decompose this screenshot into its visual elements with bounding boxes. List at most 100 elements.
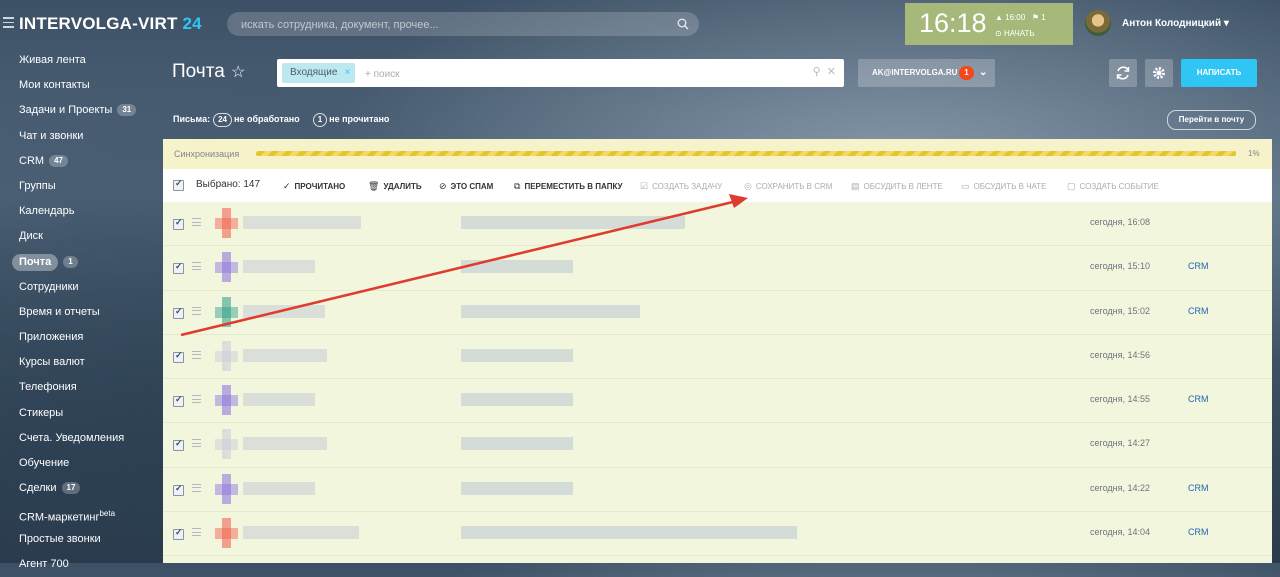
sender-redacted	[243, 260, 315, 274]
start-day-button[interactable]: НАЧАТЬ	[1004, 29, 1035, 38]
drag-handle-icon[interactable]	[192, 350, 201, 362]
toolbar-action[interactable]: ▢ создать событие	[1067, 181, 1159, 192]
avatar	[1085, 10, 1111, 36]
sidebar-item[interactable]: Время и отчеты	[0, 300, 163, 325]
sidebar-item[interactable]: Диск	[0, 224, 163, 249]
star-icon[interactable]: ☆	[231, 62, 245, 82]
row-checkbox[interactable]	[173, 394, 184, 408]
toolbar-action[interactable]: ▭ обсудить в чате	[961, 181, 1046, 192]
sidebar-item[interactable]: Счета. Уведомления	[0, 426, 163, 451]
filter-search-input[interactable]	[363, 63, 767, 85]
crm-link[interactable]: CRM	[1188, 394, 1209, 404]
sidebar-item[interactable]: Курсы валют	[0, 350, 163, 375]
user-menu[interactable]: Антон Колодницкий ▾	[1085, 10, 1275, 38]
close-icon[interactable]: ×	[345, 63, 351, 83]
table-row[interactable]: сегодня, 15:10 CRM	[163, 246, 1272, 291]
filter-chip-inbox[interactable]: Входящие ×	[282, 63, 356, 83]
table-row[interactable]: сегодня, 14:22 CRM	[163, 468, 1272, 513]
sender-redacted	[243, 526, 359, 540]
sidebar-item[interactable]: Простые звонки	[0, 527, 163, 552]
toolbar-action[interactable]: ☑ создать задачу	[640, 181, 722, 192]
row-checkbox[interactable]	[173, 261, 184, 275]
search-icon[interactable]	[677, 18, 689, 30]
drag-handle-icon[interactable]	[192, 483, 201, 495]
compose-button[interactable]: НАПИСАТЬ	[1181, 59, 1257, 87]
unprocessed-label[interactable]: не обработано	[234, 114, 300, 124]
row-checkbox[interactable]	[173, 350, 184, 363]
crm-link[interactable]: CRM	[1188, 483, 1209, 493]
filter-chip-label: Входящие	[290, 67, 338, 78]
table-row[interactable]: сегодня, 14:56	[163, 335, 1272, 380]
work-day-widget[interactable]: 16:18 ▲ 16:00 ⚑ 1 ⊙ НАЧАТЬ	[905, 3, 1073, 45]
chevron-down-icon: ▾	[1223, 18, 1229, 29]
row-checkbox[interactable]	[173, 217, 184, 230]
stats-prefix: Письма:	[173, 114, 211, 124]
sidebar-item[interactable]: Приложения	[0, 325, 163, 350]
drag-handle-icon[interactable]	[192, 306, 201, 318]
top-bar: INTERVOLGA-VIRT24 16:18 ▲ 16:00 ⚑ 1 ⊙ НА…	[0, 0, 1280, 48]
crm-link[interactable]: CRM	[1188, 306, 1209, 316]
toolbar-action[interactable]: ⊘ это спам	[439, 181, 493, 192]
sidebar-item[interactable]: Живая лента	[0, 48, 163, 73]
sidebar-item[interactable]: Стикеры	[0, 401, 163, 426]
drag-handle-icon[interactable]	[192, 262, 201, 273]
toolbar-action[interactable]: ✓ прочитано	[283, 181, 345, 192]
row-checkbox[interactable]	[173, 306, 184, 319]
logo[interactable]: INTERVOLGA-VIRT 24	[19, 14, 202, 34]
sidebar-item-label: CRM	[19, 154, 45, 167]
sidebar-item[interactable]: Группы	[0, 174, 163, 199]
menu-icon[interactable]	[3, 17, 14, 28]
sidebar-item[interactable]: CRM-маркетингbeta	[0, 501, 163, 526]
row-checkbox[interactable]	[173, 527, 184, 541]
search-icon[interactable]: ⚲	[813, 66, 821, 78]
row-date: сегодня, 14:56	[1090, 349, 1151, 360]
action-label: создать задачу	[652, 182, 723, 191]
clear-icon[interactable]: ✕	[827, 66, 836, 78]
sidebar-item-count: 1	[63, 255, 78, 268]
sidebar-item[interactable]: Агент 700	[0, 552, 163, 577]
settings-button[interactable]	[1145, 59, 1173, 87]
sidebar-item[interactable]: Обучение	[0, 451, 163, 476]
table-row[interactable]: сегодня, 14:27	[163, 423, 1272, 468]
sidebar-item[interactable]: CRM 47	[0, 149, 163, 174]
crm-link[interactable]: CRM	[1188, 261, 1209, 271]
sidebar-item-label: CRM-маркетинг	[19, 512, 100, 525]
mailbox-selector[interactable]: AK@INTERVOLGA.RU 1 ⌄	[858, 59, 995, 87]
drag-handle-icon[interactable]	[192, 528, 201, 539]
sidebar-item-label: Курсы валют	[19, 356, 85, 369]
selected-count: Выбрано: 147	[196, 179, 261, 190]
sidebar-item[interactable]: Сделки 17	[0, 476, 163, 501]
sidebar: Живая лента Мои контакты Задачи и Проекты 3…	[0, 48, 163, 577]
drag-handle-icon[interactable]	[192, 395, 201, 406]
drag-handle-icon[interactable]	[192, 439, 201, 450]
sidebar-item[interactable]: Сотрудники	[0, 275, 163, 300]
go-to-mail-button[interactable]: Перейти в почту	[1167, 110, 1256, 130]
drag-handle-icon[interactable]	[192, 218, 201, 229]
unread-label[interactable]: не прочитано	[329, 114, 389, 124]
row-checkbox[interactable]	[173, 483, 184, 496]
toolbar-action[interactable]: ◎ сохранить в crm	[744, 181, 832, 192]
table-row[interactable]: сегодня, 16:08	[163, 202, 1272, 247]
table-row[interactable]: сегодня, 15:02 CRM	[163, 291, 1272, 335]
sidebar-item[interactable]: Телефония	[0, 375, 163, 400]
crm-link[interactable]: CRM	[1188, 527, 1209, 537]
sidebar-item[interactable]: Почта 1	[0, 250, 163, 275]
sidebar-item-label: Обучение	[19, 457, 70, 469]
sidebar-item-label: Задачи и Проекты	[19, 104, 113, 117]
sidebar-item[interactable]: Задачи и Проекты 31	[0, 98, 163, 123]
global-search	[227, 12, 699, 38]
sidebar-item[interactable]: Чат и звонки	[0, 124, 163, 149]
toolbar-action[interactable]: ⧉ переместить в папку	[514, 181, 623, 192]
toolbar-action[interactable]: ▤ обсудить в ленте	[851, 181, 943, 192]
toolbar-action[interactable]: 🗑 удалить	[368, 181, 422, 192]
sidebar-item[interactable]: Мои контакты	[0, 73, 163, 98]
table-row[interactable]: сегодня, 14:04 CRM	[163, 512, 1272, 557]
sidebar-item[interactable]: Календарь	[0, 199, 163, 224]
sender-avatar	[215, 252, 238, 283]
row-date: сегодня, 15:10	[1090, 261, 1151, 272]
table-row[interactable]: сегодня, 14:55 CRM	[163, 379, 1272, 424]
refresh-button[interactable]	[1109, 59, 1137, 87]
global-search-input[interactable]	[239, 12, 673, 38]
select-all-checkbox[interactable]	[173, 178, 184, 191]
row-checkbox[interactable]	[173, 438, 184, 452]
